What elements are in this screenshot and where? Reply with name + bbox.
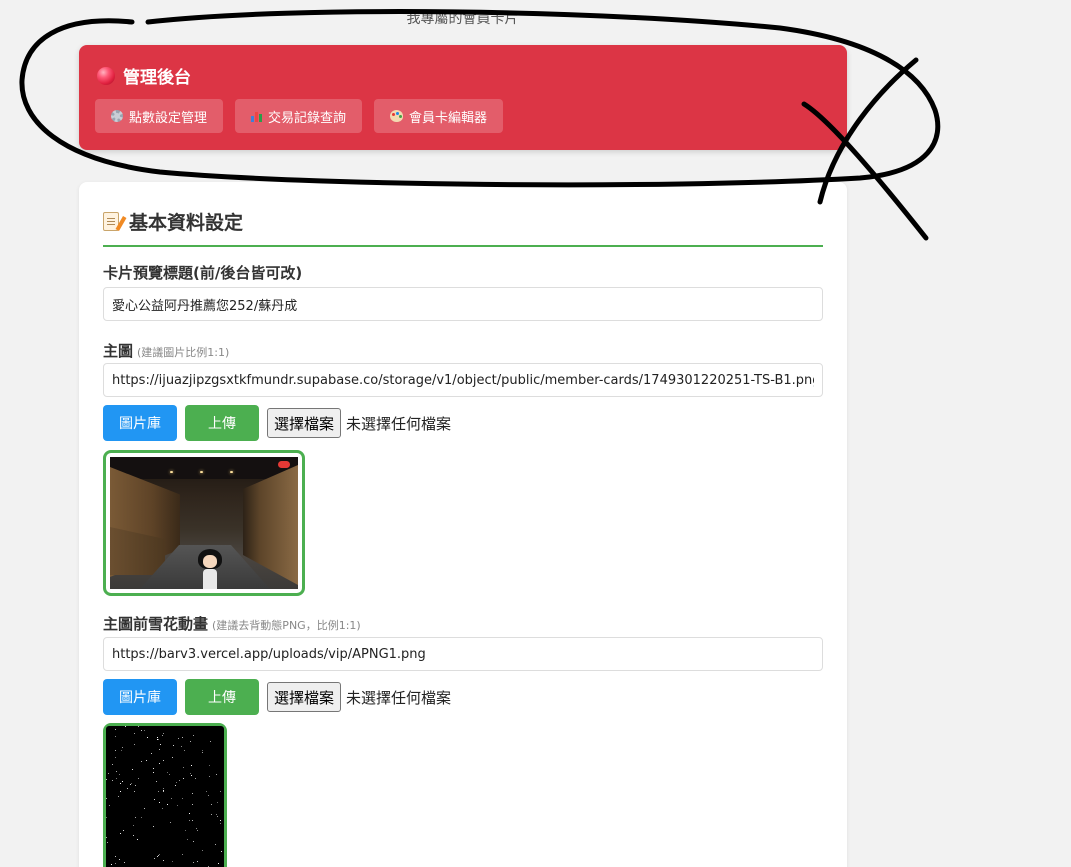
snow-image-actions: 圖片庫 上傳 選擇檔案 未選擇任何檔案 <box>103 679 451 715</box>
page-title: 我專屬的會員卡片 <box>406 11 519 27</box>
main-image-label: 主圖 (建議圖片比例1:1) <box>103 340 229 361</box>
section-title-text: 基本資料設定 <box>129 212 244 234</box>
card-editor-label: 會員卡編輯器 <box>409 110 488 126</box>
main-image-file-button[interactable]: 選擇檔案 <box>267 408 342 438</box>
section-title: 基本資料設定 <box>103 208 823 247</box>
main-image-file-status: 未選擇任何檔案 <box>346 414 452 433</box>
main-image-gallery-button[interactable]: 圖片庫 <box>103 405 177 441</box>
snow-image-upload-button[interactable]: 上傳 <box>185 679 259 715</box>
red-circle-icon <box>97 66 115 85</box>
snow-image-url-input[interactable] <box>103 637 823 671</box>
snow-image-label: 主圖前雪花動畫 (建議去背動態PNG，比例1:1) <box>103 613 361 634</box>
palette-icon <box>390 110 404 122</box>
main-image-url-input[interactable] <box>103 363 823 397</box>
basic-settings-card: 基本資料設定 卡片預覽標題(前/後台皆可改) 主圖(建議圖片比例1:1) 圖片庫… <box>79 182 847 867</box>
main-image-preview <box>103 450 305 596</box>
snow-image-gallery-button[interactable]: 圖片庫 <box>103 679 177 715</box>
admin-title-text: 管理後台 <box>123 68 191 88</box>
card-title-input[interactable] <box>103 287 823 321</box>
main-image-upload-button[interactable]: 上傳 <box>185 405 259 441</box>
card-title-label: 卡片預覽標題(前/後台皆可改) <box>103 264 303 282</box>
gear-icon <box>111 110 123 122</box>
snow-image-preview <box>103 723 227 867</box>
bar-chart-icon <box>251 110 263 122</box>
admin-header: 管理後台 點數設定管理 交易記錄查詢 會員卡編輯器 <box>79 45 847 150</box>
main-image-actions: 圖片庫 上傳 選擇檔案 未選擇任何檔案 <box>103 405 451 441</box>
snow-image-file-button[interactable]: 選擇檔案 <box>267 682 342 712</box>
snow-image-label-text: 主圖前雪花動畫 <box>103 615 209 633</box>
points-settings-button[interactable]: 點數設定管理 <box>95 99 224 133</box>
snow-animation-thumbnail <box>106 726 224 867</box>
snow-image-file-status: 未選擇任何檔案 <box>346 688 452 707</box>
main-image-hint: (建議圖片比例1:1) <box>137 346 230 359</box>
points-settings-label: 點數設定管理 <box>129 110 208 126</box>
main-image-label-text: 主圖 <box>103 342 134 360</box>
transactions-label: 交易記錄查詢 <box>268 110 347 126</box>
admin-nav: 點數設定管理 交易記錄查詢 會員卡編輯器 <box>95 99 504 133</box>
transactions-button[interactable]: 交易記錄查詢 <box>235 99 363 133</box>
main-image-thumbnail <box>110 457 298 589</box>
card-editor-button[interactable]: 會員卡編輯器 <box>374 99 504 133</box>
memo-icon <box>103 212 119 231</box>
admin-title: 管理後台 <box>97 63 191 88</box>
snow-image-hint: (建議去背動態PNG，比例1:1) <box>212 619 361 632</box>
